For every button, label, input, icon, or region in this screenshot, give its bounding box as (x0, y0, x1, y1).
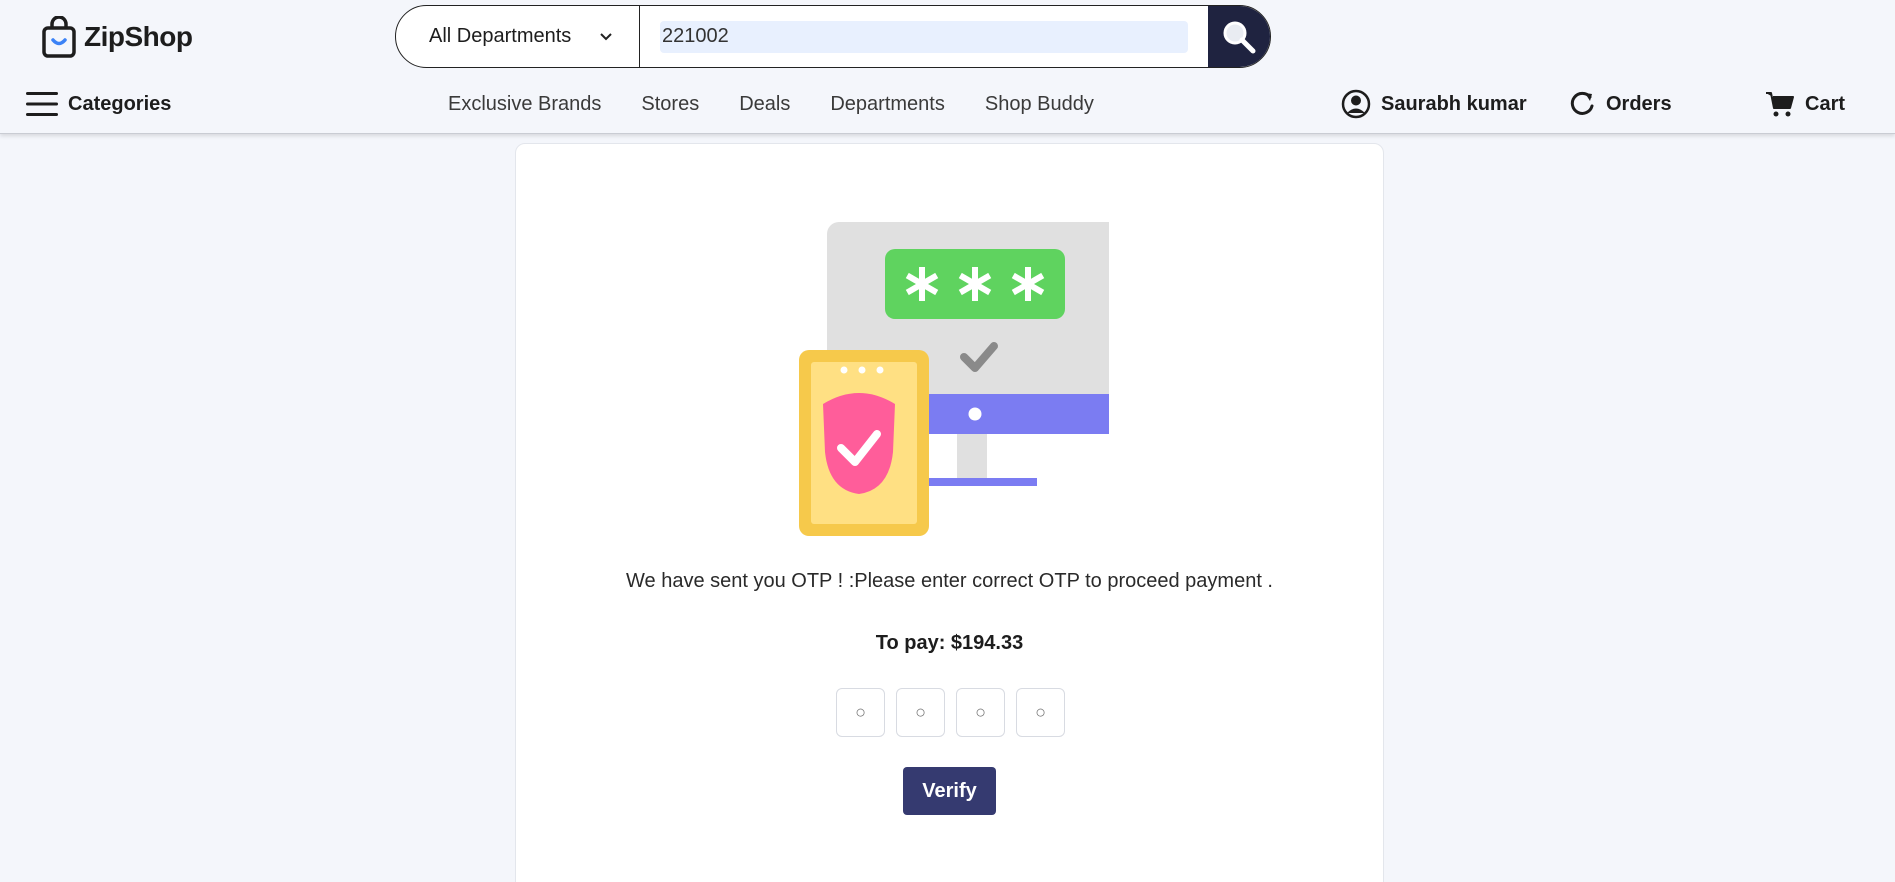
user-name: Saurabh kumar (1381, 92, 1527, 115)
search-icon (1223, 21, 1256, 53)
shield-icon (823, 393, 895, 494)
zipshop-logo[interactable]: ZipShop (40, 12, 193, 62)
otp-inputs (836, 688, 1065, 737)
nav-link-exclusive-brands[interactable]: Exclusive Brands (448, 93, 601, 116)
hamburger-icon (26, 92, 58, 116)
cart-button[interactable]: Cart (1765, 86, 1845, 122)
orders-label: Orders (1606, 92, 1672, 115)
search-field (640, 6, 1208, 67)
search-button[interactable] (1208, 6, 1270, 67)
search-input[interactable] (660, 20, 1188, 53)
verify-button[interactable]: Verify (903, 767, 996, 815)
chevron-down-icon (600, 32, 612, 40)
otp-digit-2[interactable] (896, 688, 945, 737)
department-select[interactable]: All Departments (396, 6, 640, 67)
brand-name: ZipShop (84, 21, 193, 52)
amount-to-pay: To pay: $194.33 (875, 632, 1024, 654)
orders-button[interactable]: Orders (1568, 86, 1672, 122)
nav-link-deals[interactable]: Deals (739, 93, 790, 116)
nav-link-departments[interactable]: Departments (830, 93, 945, 116)
otp-digit-3[interactable] (956, 688, 1005, 737)
otp-sent-message: We have sent you OTP ! :Please enter cor… (626, 570, 1273, 592)
cart-icon (1766, 92, 1794, 117)
nav-link-shop-buddy[interactable]: Shop Buddy (985, 93, 1094, 116)
otp-digit-1[interactable] (836, 688, 885, 737)
monitor-stand (957, 434, 987, 480)
cart-label: Cart (1805, 92, 1846, 115)
otp-card: We have sent you OTP ! :Please enter cor… (515, 143, 1384, 882)
otp-security-illustration (799, 222, 1109, 536)
shopping-bag-icon (42, 16, 76, 58)
nav-link-stores[interactable]: Stores (641, 93, 699, 116)
search-bar: All Departments (395, 5, 1271, 68)
refresh-icon (1570, 91, 1594, 115)
otp-digit-4[interactable] (1016, 688, 1065, 737)
main-nav: Exclusive Brands Stores Deals Department… (448, 86, 1134, 122)
nav-row: Categories Exclusive Brands Stores Deals… (0, 86, 1895, 122)
account-button[interactable]: Saurabh kumar (1341, 86, 1527, 122)
categories-label: Categories (68, 92, 172, 115)
department-select-label: All Departments (429, 25, 572, 47)
top-header: ZipShop All Departments Categories (0, 0, 1895, 134)
categories-menu-button[interactable]: Categories (26, 86, 171, 122)
user-icon (1341, 89, 1371, 119)
